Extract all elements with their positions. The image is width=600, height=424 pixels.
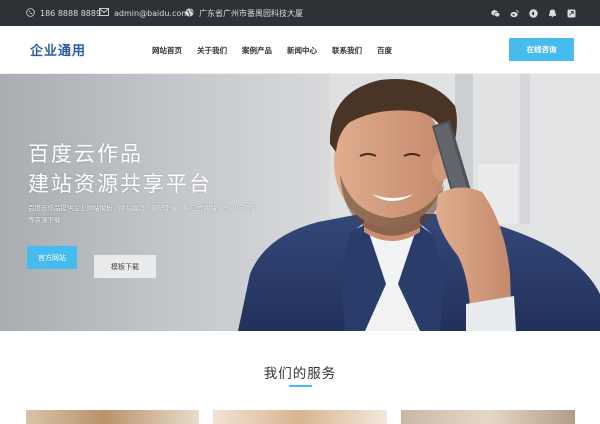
top-info-bar: 186 8888 8889 admin@baidu.com 广东省广州市番禺园科… xyxy=(0,0,600,26)
main-nav: 网站首页 关于我们 案例产品 新闻中心 联系我们 百度 xyxy=(152,26,407,74)
official-site-button[interactable]: 官方网站 xyxy=(27,246,77,269)
mail-icon xyxy=(99,8,109,18)
site-logo[interactable]: 企业通用 xyxy=(30,40,86,59)
penguin-icon[interactable] xyxy=(548,9,557,18)
services-heading: 我们的服务 xyxy=(263,366,337,382)
globe-icon xyxy=(185,7,194,19)
email-address: admin@baidu.com xyxy=(114,8,190,18)
online-consult-button[interactable]: 在线咨询 xyxy=(509,38,574,61)
hero-banner: 百度云作品 建站资源共享平台 百度云作品提供企业网站模板、网站建设、源码下载、响… xyxy=(0,74,600,331)
phone-number: 186 8888 8889 xyxy=(40,8,102,18)
phone-icon xyxy=(26,7,35,19)
nav-item-home[interactable]: 网站首页 xyxy=(152,45,182,56)
heading-underline xyxy=(289,385,312,387)
address-contact: 广东省广州市番禺园科技大厦 xyxy=(185,0,303,26)
wechat-icon[interactable] xyxy=(491,9,500,18)
share-icon[interactable] xyxy=(567,9,576,18)
email-contact[interactable]: admin@baidu.com xyxy=(99,0,189,26)
qq-icon[interactable] xyxy=(529,8,538,18)
template-download-button[interactable]: 模板下载 xyxy=(94,255,156,278)
nav-item-about[interactable]: 关于我们 xyxy=(197,45,227,56)
service-card-image[interactable] xyxy=(213,410,387,424)
hero-title-line1: 百度云作品 xyxy=(28,142,143,166)
nav-item-news[interactable]: 新闻中心 xyxy=(287,45,317,56)
weibo-icon[interactable] xyxy=(510,9,519,18)
service-card-image[interactable] xyxy=(401,410,575,424)
nav-item-baidu[interactable]: 百度 xyxy=(377,45,392,56)
service-card-image[interactable] xyxy=(26,410,199,424)
phone-contact[interactable]: 186 8888 8889 xyxy=(26,0,101,26)
nav-item-contact[interactable]: 联系我们 xyxy=(332,45,362,56)
hero-title-line2: 建站资源共享平台 xyxy=(28,172,212,196)
hero-description: 百度云作品提供企业网站模板、网站建设、源码下载、响应式网站、Html5网站等资源… xyxy=(28,204,256,224)
site-header: 企业通用 网站首页 关于我们 案例产品 新闻中心 联系我们 百度 在线咨询 xyxy=(0,26,600,74)
nav-item-cases[interactable]: 案例产品 xyxy=(242,45,272,56)
social-links xyxy=(491,0,576,26)
address-text: 广东省广州市番禺园科技大厦 xyxy=(199,8,303,18)
